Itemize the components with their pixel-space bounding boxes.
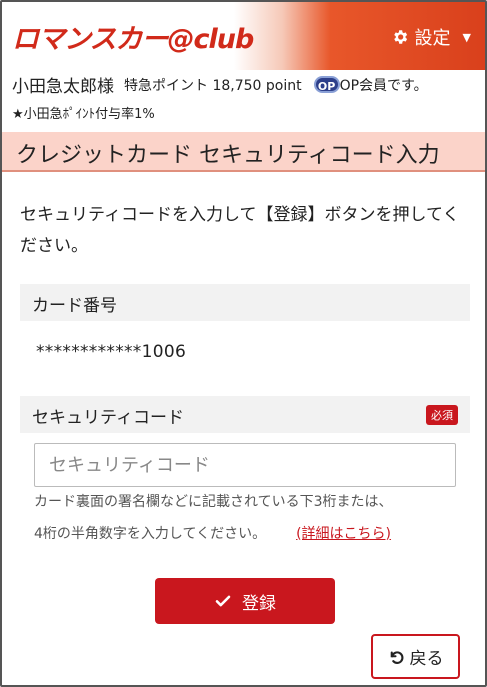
card-number-label: カード番号 bbox=[20, 284, 470, 321]
required-badge: 必須 bbox=[426, 405, 458, 425]
security-code-hint-line2: 4桁の半角数字を入力してください。 (詳細はこちら) bbox=[34, 523, 474, 543]
detail-link[interactable]: (詳細はこちら) bbox=[296, 526, 391, 542]
page-title: クレジットカード セキュリティコード入力 bbox=[16, 143, 440, 168]
security-code-hint-text: 4桁の半角数字を入力してください。 bbox=[34, 526, 267, 542]
header-bar: ロマンスカー@club 設定 ▼ bbox=[2, 2, 485, 70]
security-code-label-text: セキュリティコード bbox=[32, 408, 184, 428]
card-number-value: ************1006 bbox=[36, 342, 187, 362]
check-icon bbox=[215, 595, 231, 607]
op-member-status: OP会員です。 bbox=[339, 77, 428, 94]
settings-menu-button[interactable]: 設定 ▼ bbox=[391, 24, 471, 50]
security-code-label: セキュリティコード 必須 bbox=[20, 396, 470, 433]
page-title-bar: クレジットカード セキュリティコード入力 bbox=[2, 132, 485, 172]
card-number-label-text: カード番号 bbox=[32, 296, 117, 316]
register-button-label: 登録 bbox=[242, 593, 276, 613]
register-button[interactable]: 登録 bbox=[155, 578, 335, 624]
security-code-input[interactable] bbox=[34, 443, 456, 487]
undo-icon bbox=[390, 650, 403, 664]
app-frame: ロマンスカー@club 設定 ▼ 小田急太郎様 特急ポイント 18,750 po… bbox=[0, 0, 487, 687]
settings-label: 設定 bbox=[414, 28, 451, 49]
user-info: 小田急太郎様 特急ポイント 18,750 point OP OP会員です。 bbox=[12, 72, 428, 97]
site-logo[interactable]: ロマンスカー@club bbox=[12, 17, 254, 56]
security-code-hint-line1: カード裏面の署名欄などに記載されている下3桁または、 bbox=[34, 494, 393, 510]
back-button-label: 戻る bbox=[409, 649, 444, 668]
gear-icon bbox=[393, 30, 407, 44]
op-logo-icon: OP bbox=[313, 76, 340, 93]
user-points: 特急ポイント 18,750 point bbox=[124, 77, 302, 94]
instruction-text: セキュリティコードを入力して【登録】ボタンを押してください。 bbox=[20, 205, 460, 256]
chevron-down-icon: ▼ bbox=[462, 30, 471, 44]
back-button[interactable]: 戻る bbox=[371, 634, 460, 679]
point-rate: ★小田急ﾎﾟｲﾝﾄ付与率1% bbox=[12, 107, 155, 122]
user-name: 小田急太郎様 bbox=[12, 77, 114, 97]
